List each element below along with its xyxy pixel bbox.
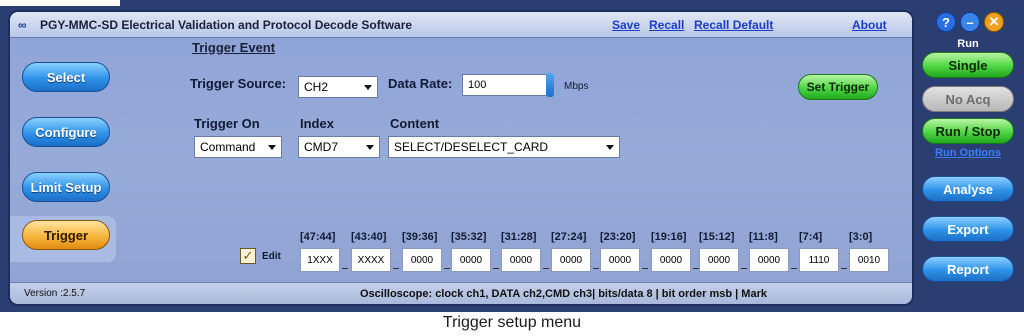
index-dropdown[interactable]: CMD7 [298, 136, 380, 158]
bit-value-field[interactable]: 0010 [849, 248, 889, 272]
bit-range-label: [3:0] [849, 231, 873, 243]
data-rate-label: Data Rate: [388, 76, 453, 91]
bit-value-field[interactable]: XXXX [351, 248, 391, 272]
content-dropdown[interactable]: SELECT/DESELECT_CARD [388, 136, 620, 158]
bit-range-label: [7:4] [799, 231, 823, 243]
bit-separator [543, 268, 549, 269]
title-bar: ∞ PGY-MMC-SD Electrical Validation and P… [10, 12, 912, 38]
status-bar: Version :2.5.7 Oscilloscope: clock ch1, … [10, 282, 912, 304]
bit-range-label: [11:8] [749, 231, 778, 243]
trigger-source-label: Trigger Source: [190, 76, 287, 91]
bit-value-field[interactable]: 1XXX [300, 248, 340, 272]
nav-limit-setup-button[interactable]: Limit Setup [22, 172, 110, 202]
bit-range-label: [27:24] [551, 231, 587, 243]
set-trigger-button[interactable]: Set Trigger [798, 74, 878, 100]
no-acq-button[interactable]: No Acq [922, 86, 1014, 112]
trigger-source-dropdown[interactable]: CH2 [298, 76, 378, 98]
recall-link[interactable]: Recall [649, 18, 684, 32]
trigger-on-dropdown[interactable]: Command [194, 136, 282, 158]
recall-default-link[interactable]: Recall Default [694, 18, 773, 32]
window-title: PGY-MMC-SD Electrical Validation and Pro… [40, 18, 413, 32]
run-stop-button[interactable]: Run / Stop [922, 118, 1014, 144]
data-rate-input[interactable]: 100 [462, 74, 548, 96]
bit-separator [841, 268, 847, 269]
top-edge [0, 0, 120, 6]
bit-separator [741, 268, 747, 269]
edit-label: Edit [262, 251, 281, 262]
bit-separator [393, 268, 399, 269]
app-screen: ∞ PGY-MMC-SD Electrical Validation and P… [0, 0, 1024, 312]
oscilloscope-status-text: Oscilloscope: clock ch1, DATA ch2,CMD ch… [360, 288, 767, 300]
data-rate-spinner[interactable] [546, 73, 554, 97]
bit-separator [642, 268, 648, 269]
bit-range-label: [39:36] [402, 231, 438, 243]
bit-separator [593, 268, 599, 269]
export-button[interactable]: Export [922, 216, 1014, 242]
bit-value-field[interactable]: 0000 [749, 248, 789, 272]
bit-separator [493, 268, 499, 269]
bit-value-field[interactable]: 0000 [600, 248, 640, 272]
figure-caption: Trigger setup menu [442, 314, 582, 331]
bit-separator [444, 268, 450, 269]
index-value: CMD7 [304, 140, 339, 154]
chevron-down-icon [606, 145, 614, 150]
version-text: Version :2.5.7 [24, 288, 86, 299]
save-link[interactable]: Save [612, 18, 640, 32]
about-link[interactable]: About [852, 18, 887, 32]
right-control-panel: ? – ✕ Run Single No Acq Run / Stop Run O… [916, 10, 1020, 306]
run-heading: Run [957, 38, 979, 50]
chevron-down-icon [268, 145, 276, 150]
bit-value-field[interactable]: 0000 [699, 248, 739, 272]
bit-range-label: [43:40] [351, 231, 387, 243]
bit-range-label: [35:32] [451, 231, 487, 243]
app-logo-icon: ∞ [18, 18, 27, 32]
nav-select-button[interactable]: Select [22, 62, 110, 92]
bit-range-label: [23:20] [600, 231, 636, 243]
run-options-link[interactable]: Run Options [916, 147, 1020, 159]
bit-value-field[interactable]: 0000 [651, 248, 691, 272]
nav-trigger-button[interactable]: Trigger [22, 220, 110, 250]
single-button[interactable]: Single [922, 52, 1014, 78]
bit-range-label: [15:12] [699, 231, 735, 243]
bit-value-field[interactable]: 0000 [402, 248, 442, 272]
bit-value-field[interactable]: 0000 [551, 248, 591, 272]
help-icon[interactable]: ? [936, 12, 956, 32]
minimize-icon[interactable]: – [960, 12, 980, 32]
bit-range-label: [31:28] [501, 231, 537, 243]
content-value: SELECT/DESELECT_CARD [394, 140, 549, 154]
main-window: ∞ PGY-MMC-SD Electrical Validation and P… [8, 10, 914, 306]
content-label: Content [390, 116, 440, 131]
bit-range-label: [47:44] [300, 231, 336, 243]
trigger-on-label: Trigger On [194, 116, 260, 131]
nav-configure-button[interactable]: Configure [22, 117, 110, 147]
close-icon[interactable]: ✕ [984, 12, 1004, 32]
data-rate-unit: Mbps [564, 81, 589, 92]
chevron-down-icon [366, 145, 374, 150]
edit-checkbox[interactable]: ✓ [240, 248, 256, 264]
bit-range-label: [19:16] [651, 231, 687, 243]
bit-value-field[interactable]: 1110 [799, 248, 839, 272]
report-button[interactable]: Report [922, 256, 1014, 282]
bit-separator [791, 268, 797, 269]
bit-separator [342, 268, 348, 269]
chevron-down-icon [364, 85, 372, 90]
index-label: Index [300, 116, 334, 131]
analyse-button[interactable]: Analyse [922, 176, 1014, 202]
bit-value-field[interactable]: 0000 [501, 248, 541, 272]
trigger-source-value: CH2 [304, 80, 329, 94]
trigger-event-heading: Trigger Event [192, 40, 276, 55]
bit-value-field[interactable]: 0000 [451, 248, 491, 272]
trigger-on-value: Command [200, 140, 256, 154]
